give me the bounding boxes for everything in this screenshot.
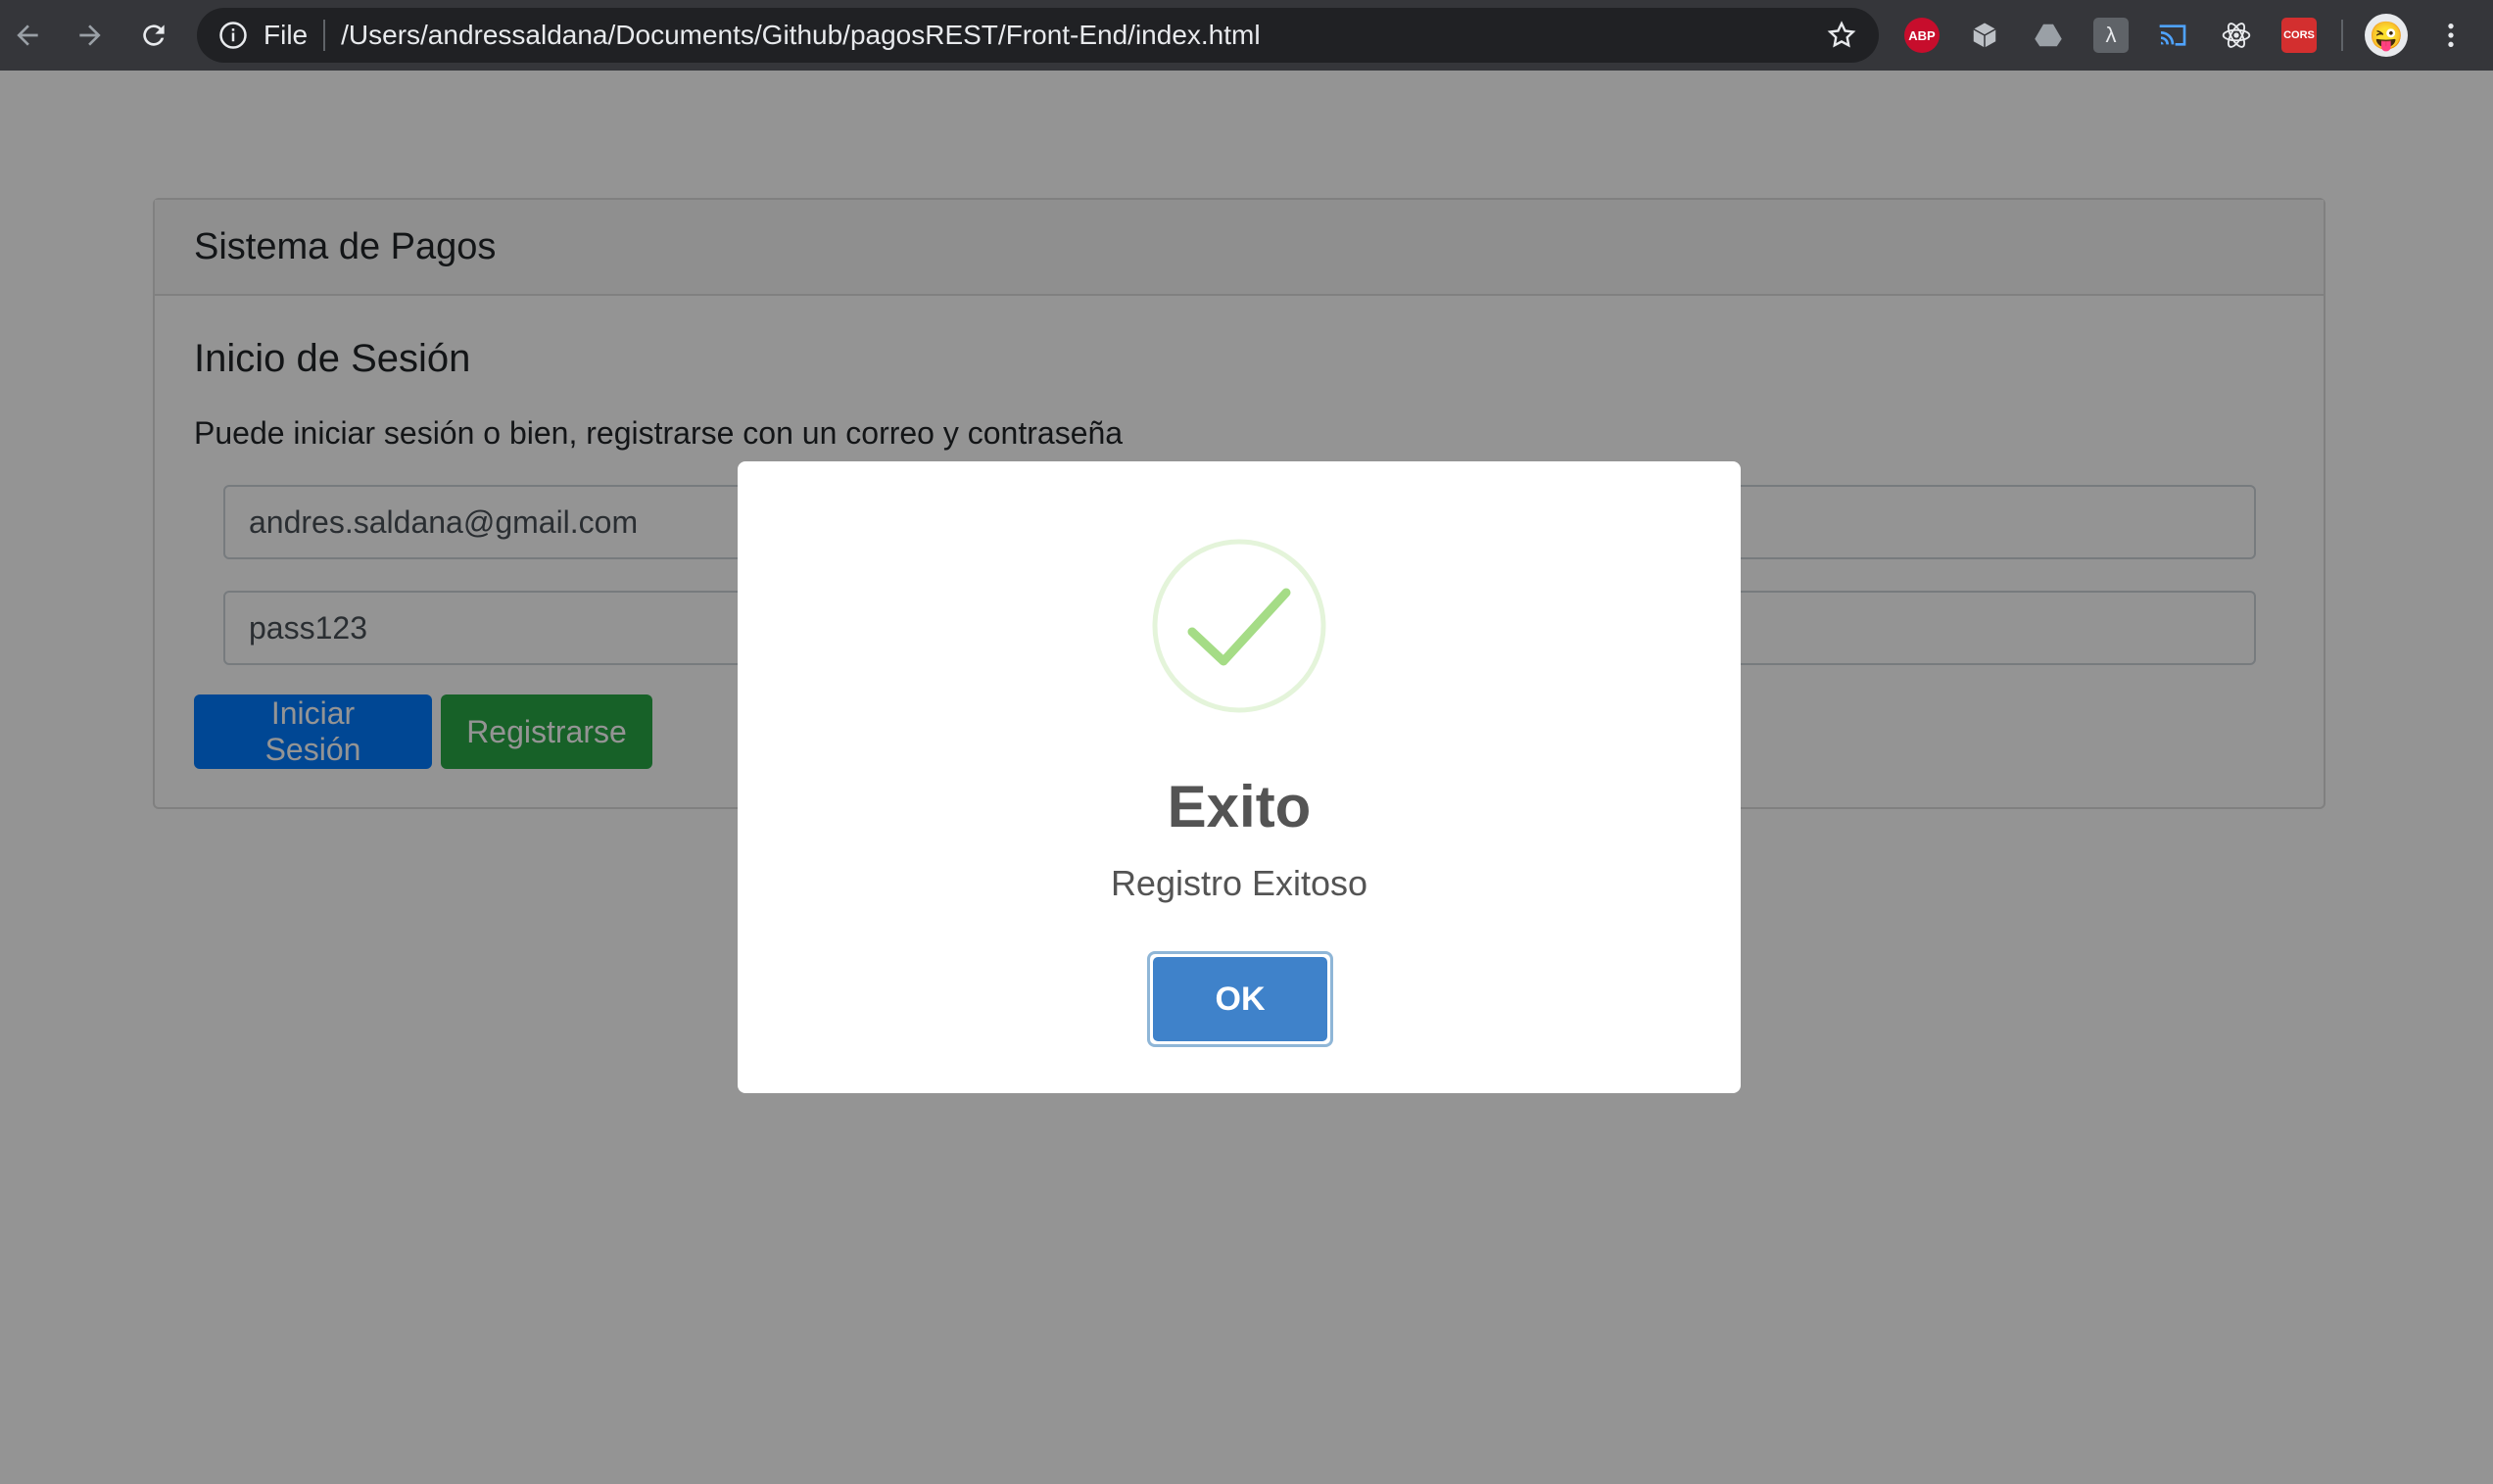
back-button[interactable] bbox=[8, 16, 47, 55]
arrow-right-icon bbox=[79, 24, 101, 46]
reload-button[interactable] bbox=[134, 16, 173, 55]
success-modal: Exito Registro Exitoso OK bbox=[738, 461, 1741, 1093]
star-icon[interactable] bbox=[1826, 20, 1857, 51]
arrow-left-icon bbox=[17, 24, 38, 46]
cors-icon[interactable]: CORS bbox=[2281, 18, 2317, 53]
modal-title: Exito bbox=[1167, 774, 1312, 839]
lambda-icon[interactable]: λ bbox=[2093, 18, 2129, 53]
ok-button[interactable]: OK bbox=[1147, 951, 1333, 1047]
profile-avatar[interactable]: 😜 bbox=[2365, 14, 2408, 57]
drive-icon[interactable] bbox=[2031, 18, 2066, 53]
adblock-plus-icon[interactable]: ABP bbox=[1904, 18, 1940, 53]
browser-toolbar: File /Users/andressaldana/Documents/Gith… bbox=[0, 0, 2493, 71]
success-check-icon bbox=[1152, 539, 1326, 713]
menu-button[interactable] bbox=[2431, 16, 2470, 55]
url-scheme: File bbox=[264, 20, 309, 50]
toolbar-divider bbox=[2341, 20, 2343, 51]
kebab-menu-icon bbox=[2448, 24, 2454, 47]
modal-message: Registro Exitoso bbox=[1110, 863, 1368, 903]
cube-icon[interactable] bbox=[1967, 18, 2002, 53]
url-separator bbox=[323, 20, 326, 51]
info-icon[interactable] bbox=[218, 21, 248, 50]
reload-icon bbox=[143, 24, 165, 46]
url-text[interactable]: /Users/andressaldana/Documents/Github/pa… bbox=[341, 20, 1260, 51]
ok-button-label: OK bbox=[1153, 957, 1327, 1041]
address-bar[interactable]: File /Users/andressaldana/Documents/Gith… bbox=[197, 8, 1879, 63]
forward-button[interactable] bbox=[71, 16, 110, 55]
cast-icon[interactable] bbox=[2155, 18, 2190, 53]
react-icon[interactable] bbox=[2219, 18, 2254, 53]
